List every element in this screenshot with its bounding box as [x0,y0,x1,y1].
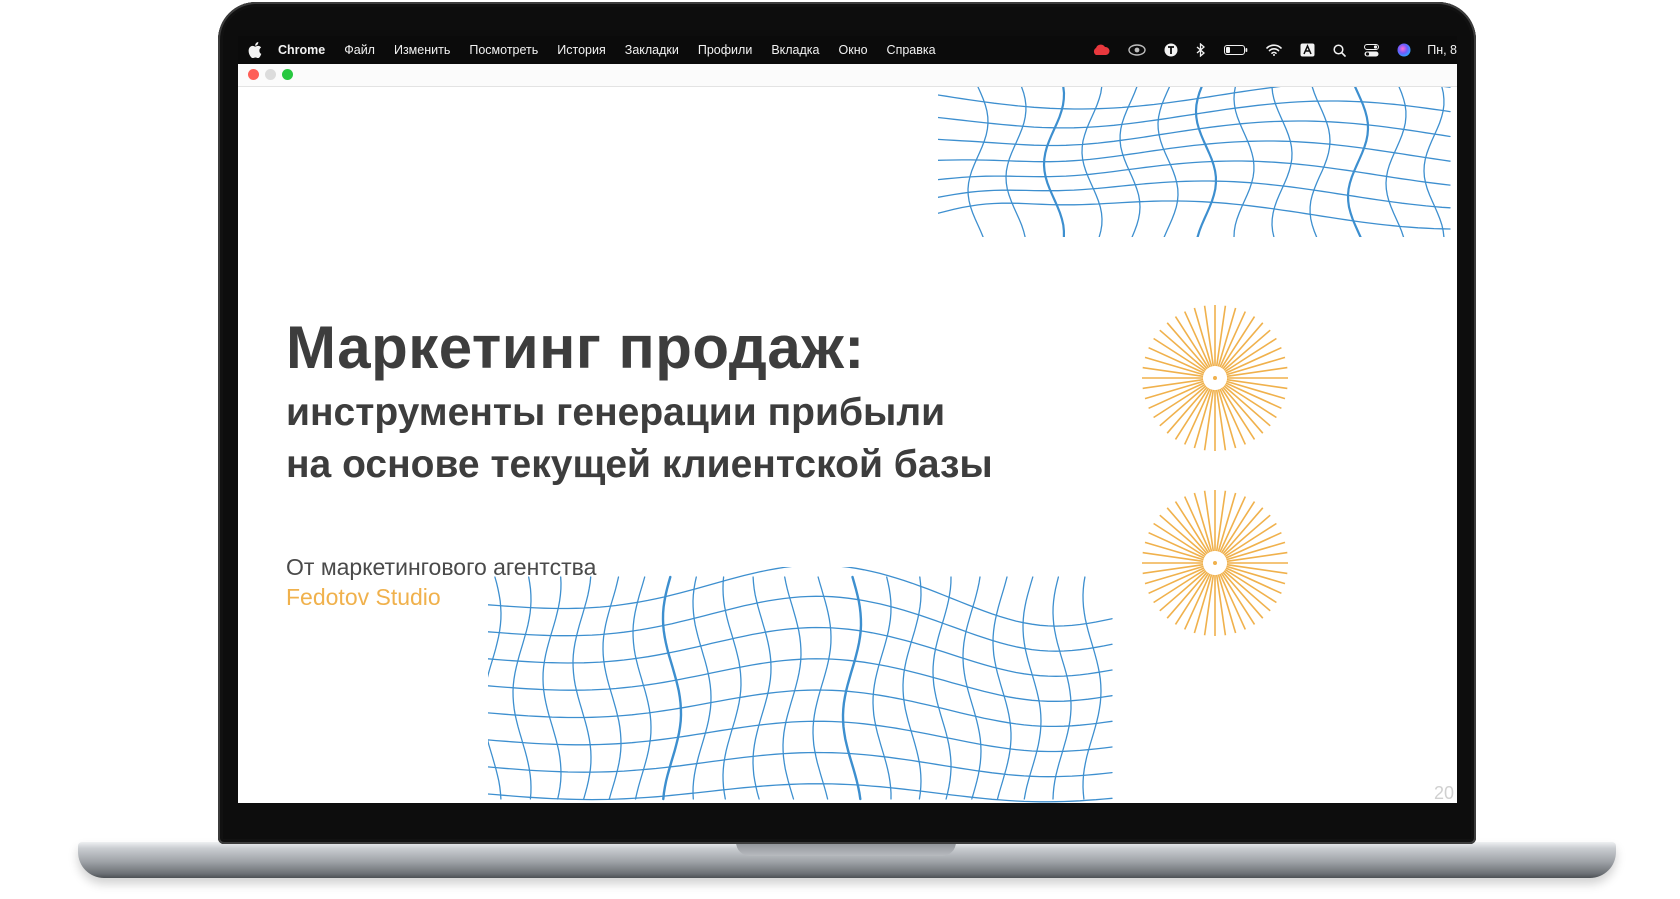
slide-byline: От маркетингового агентства [286,554,597,580]
apple-menu-icon[interactable] [248,42,262,59]
slide-subtitle-line-2: на основе текущей клиентской базы [286,443,993,486]
menu-history[interactable]: История [557,43,605,57]
laptop-screen: Chrome Файл Изменить Посмотреть История … [238,36,1457,803]
menu-window[interactable]: Окно [839,43,868,57]
t-app-icon[interactable] [1164,43,1178,57]
menu-tab[interactable]: Вкладка [771,43,819,57]
slide-subtitle: инструменты генерации прибыли на основе … [286,387,993,491]
eye-icon[interactable] [1128,44,1146,56]
siri-icon[interactable] [1397,43,1411,57]
spotlight-search-icon[interactable] [1333,43,1347,57]
menu-help[interactable]: Справка [887,43,936,57]
window-maximize-button[interactable] [282,69,293,80]
mac-menu-bar: Chrome Файл Изменить Посмотреть История … [238,36,1457,64]
presentation-slide: Маркетинг продаж: инструменты генерации … [238,87,1457,803]
creative-cloud-icon[interactable] [1092,43,1110,57]
sunburst-decoration [1142,490,1288,636]
menu-view[interactable]: Посмотреть [469,43,538,57]
battery-icon[interactable] [1224,44,1248,56]
browser-title-bar [238,64,1457,87]
bluetooth-icon[interactable] [1196,43,1206,57]
menu-bar-clock[interactable]: Пн, 8 [1427,43,1457,57]
menu-profiles[interactable]: Профили [698,43,752,57]
wifi-icon[interactable] [1266,44,1283,56]
slide-title: Маркетинг продаж: [286,314,865,381]
window-minimize-button[interactable] [265,69,276,80]
control-center-icon[interactable] [1364,43,1380,57]
menu-file[interactable]: Файл [344,43,375,57]
menu-app-name[interactable]: Chrome [278,43,325,57]
wavy-grid-top-right [938,87,1451,237]
window-close-button[interactable] [248,69,259,80]
menu-edit[interactable]: Изменить [394,43,450,57]
input-source-icon[interactable] [1300,43,1315,57]
slide-subtitle-line-1: инструменты генерации прибыли [286,391,946,434]
slide-page-number: 20 [1434,783,1455,803]
sunburst-decoration [1142,305,1288,451]
laptop-notch [736,842,956,856]
wavy-grid-bottom [488,567,1113,803]
studio-name: Fedotov Studio [286,584,441,610]
menu-bookmarks[interactable]: Закладки [625,43,679,57]
